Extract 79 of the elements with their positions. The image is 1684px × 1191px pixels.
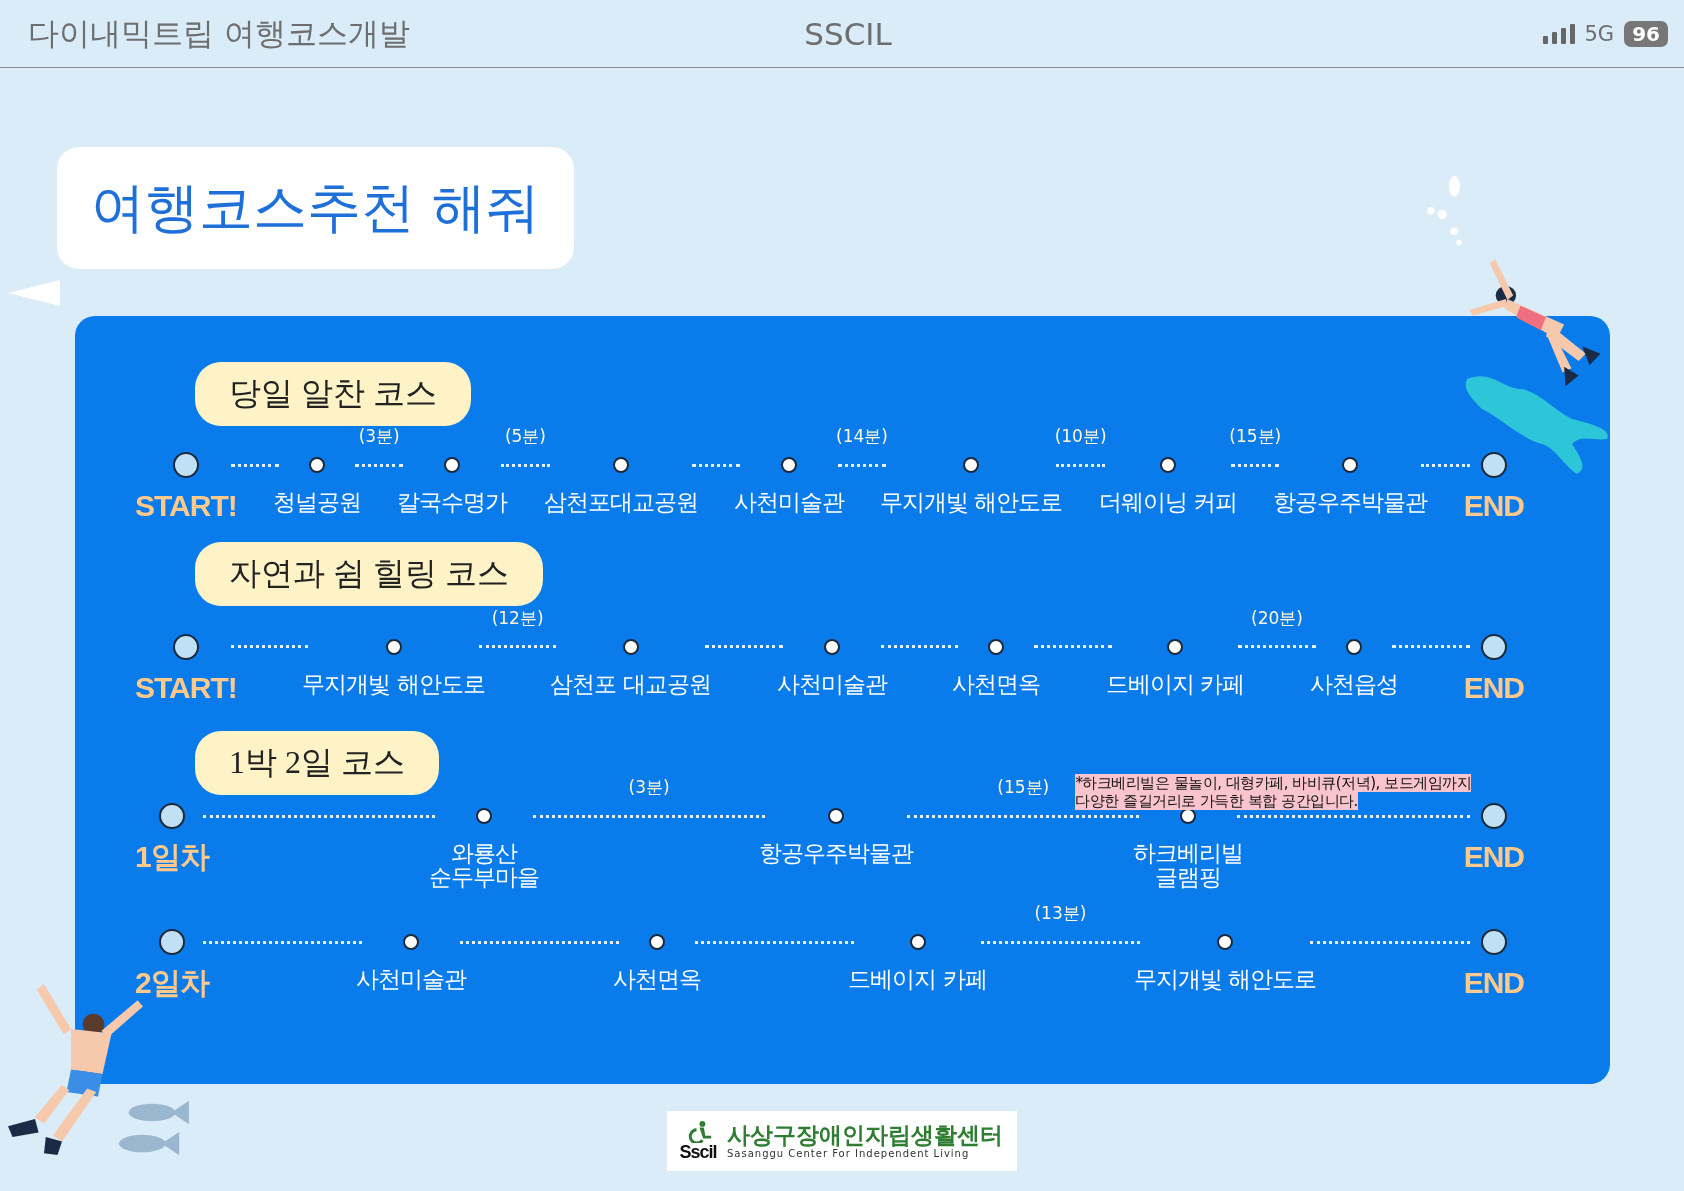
travel-time: (13분) — [1034, 902, 1087, 926]
network-label: 5G — [1584, 21, 1615, 46]
stop-dot — [1342, 457, 1359, 473]
course-title: 당일 알찬 코스 — [195, 362, 471, 426]
stop-label: 사천면옥 — [613, 967, 702, 992]
stop-dot — [1159, 457, 1176, 473]
organization-name: 사상구장애인자립생활센터 — [727, 1122, 1003, 1149]
stop-label: 삼천포 대교공원 — [550, 671, 711, 696]
signal-icon — [1542, 23, 1575, 44]
stop-label: 사천미술관 — [733, 490, 844, 515]
app-title: 다이내믹트립 여행코스개발 — [28, 13, 411, 53]
stop-label: 사천미술관 — [355, 967, 466, 992]
stop-label: 더웨이닝 커피 — [1098, 490, 1238, 515]
travel-time: (3분) — [358, 425, 400, 448]
stop-dot — [612, 457, 629, 473]
battery-icon: 96 — [1624, 20, 1668, 47]
endpoint-dot — [1480, 929, 1507, 956]
stop-label: 사천읍성 — [1309, 671, 1398, 696]
endpoint-label: END — [1463, 841, 1525, 873]
endpoint-dot — [172, 452, 199, 478]
stop-dot — [309, 457, 326, 473]
endpoint-dot — [1480, 633, 1507, 660]
stop-label: 하크베리빌 글램핑 — [1133, 841, 1244, 890]
stop-label: 청널공원 — [273, 490, 362, 515]
stop-label: 칼국수명가 — [397, 490, 508, 515]
stop-dot — [988, 638, 1005, 655]
stop-label: 항공우주박물관 — [1273, 490, 1428, 515]
stop-dot — [823, 638, 840, 655]
stop-dot — [649, 934, 666, 951]
endpoint-dot — [158, 803, 185, 829]
stop-dot — [828, 808, 845, 824]
endpoint-label: 1일차 — [135, 841, 209, 873]
brand-name: SSCIL — [804, 15, 892, 52]
organization-subtitle: Sasanggu Center For Independent Living — [727, 1148, 971, 1160]
stop-label: 사천미술관 — [776, 671, 887, 696]
course-title: 자연과 쉼 힐링 코스 — [195, 541, 543, 606]
endpoint-dot — [1480, 803, 1507, 829]
endpoint-dot — [172, 633, 199, 660]
travel-time: (10분) — [1054, 425, 1107, 448]
endpoint-label: END — [1463, 967, 1524, 999]
endpoint-label: END — [1463, 490, 1524, 522]
endpoint-dot — [158, 929, 185, 956]
stop-dot — [909, 934, 926, 951]
stop-label: 삼천포대교공원 — [543, 490, 698, 515]
travel-time: (15분) — [1229, 425, 1282, 448]
stop-label: 무지개빛 해안도로 — [302, 671, 485, 696]
stop-label: 무지개빛 해안도로 — [1134, 967, 1317, 992]
travel-time: (12분) — [491, 606, 544, 630]
speech-bubble-tail — [8, 278, 60, 308]
stop-dot — [622, 638, 639, 655]
travel-time: (5분) — [504, 425, 546, 448]
stop-label: 드베이지 카페 — [1105, 671, 1245, 696]
endpoint-label: START! — [135, 671, 237, 703]
endpoint-label: 2일차 — [135, 967, 209, 999]
endpoint-label: END — [1463, 671, 1524, 703]
endpoint-label: START! — [135, 490, 237, 522]
stop-dot — [402, 934, 419, 951]
stop-label: 무지개빛 해안도로 — [880, 490, 1063, 515]
endpoint-dot — [1480, 452, 1507, 478]
stop-dot — [963, 457, 980, 473]
travel-time: (15분) — [997, 776, 1050, 799]
stop-dot — [444, 457, 461, 473]
travel-time: (3분) — [628, 776, 670, 799]
stop-dot — [780, 457, 797, 473]
stop-label: 항공우주박물관 — [759, 841, 914, 866]
travel-time: (20분) — [1251, 606, 1303, 630]
course-title: 1박 2일 코스 — [195, 731, 439, 795]
heading: 여행코스추천 해줘 — [91, 174, 541, 241]
stop-label: 사천면옥 — [952, 671, 1041, 696]
stop-dot — [1167, 638, 1184, 655]
stop-dot — [1345, 638, 1362, 655]
stop-dot — [385, 638, 402, 655]
stop-dot — [1217, 934, 1234, 951]
stop-dot — [475, 808, 492, 824]
logo-wordmark: Sscil — [679, 1143, 717, 1161]
travel-time: (14분) — [836, 425, 888, 448]
stop-label: 드베이지 카페 — [848, 967, 987, 992]
note-text: *하크베리빌은 물놀이, 대형카페, 바비큐(저녁), 보드게임까지 다양한 즐길거리로 가득한 복합 공간입니다. — [1075, 773, 1472, 811]
stop-label: 와룡산 순두부마을 — [428, 841, 539, 890]
